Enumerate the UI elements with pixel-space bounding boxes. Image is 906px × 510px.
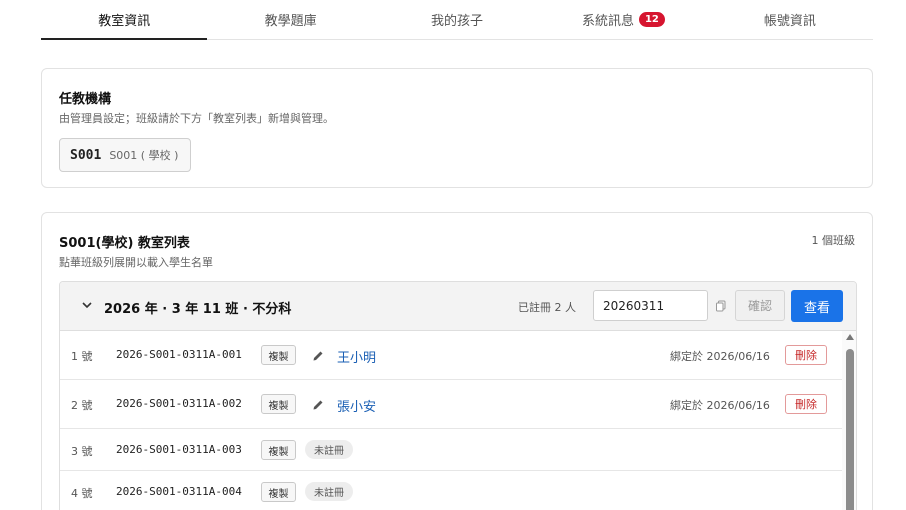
unregistered-badge: 未註冊 [305, 482, 353, 501]
unread-badge: 12 [638, 12, 665, 27]
organization-subtitle: 由管理員設定；班級請於下方「教室列表」新增與管理。 [59, 112, 334, 125]
bound-date: 綁定於 2026/06/16 [670, 350, 770, 363]
tab-label: 教室資訊 [98, 14, 151, 29]
student-list: 1 號 2026-S001-0311A-001 複製 王小明 綁定於 2026/… [60, 331, 842, 510]
tab-bar: 教室資訊 教學題庫 我的孩子 系統訊息 12 帳號資訊 [41, 0, 873, 40]
student-row: 3 號 2026-S001-0311A-003 複製 未註冊 [60, 429, 842, 471]
chevron-down-icon[interactable] [80, 298, 94, 312]
classroom-list-subtitle: 點華班級列展開以載入學生名單 [59, 256, 213, 269]
registered-count: 已註冊 2 人 [518, 301, 576, 314]
tab-account-info[interactable]: 帳號資訊 [707, 0, 873, 39]
class-count: 1 個班級 [811, 234, 856, 247]
scroll-thumb[interactable] [846, 349, 854, 510]
student-id: 2026-S001-0311A-004 [116, 485, 242, 498]
student-row: 1 號 2026-S001-0311A-001 複製 王小明 綁定於 2026/… [60, 331, 842, 380]
bound-date: 綁定於 2026/06/16 [670, 399, 770, 412]
organization-card: 任教機構 由管理員設定；班級請於下方「教室列表」新增與管理。 S001 S001… [41, 68, 873, 188]
class-title: 2026 年 · 3 年 11 班 · 不分科 [104, 302, 292, 317]
tab-label: 教學題庫 [264, 14, 317, 29]
pencil-icon[interactable] [312, 350, 324, 362]
copy-id-button[interactable]: 複製 [261, 345, 296, 365]
delete-button[interactable]: 刪除 [785, 394, 827, 414]
classroom-list-title: S001(學校) 教室列表 [59, 236, 190, 251]
seat-number: 4 號 [71, 487, 93, 500]
student-id: 2026-S001-0311A-001 [116, 348, 242, 361]
organization-code: S001 [70, 147, 102, 163]
seat-number: 3 號 [71, 445, 93, 458]
copy-id-button[interactable]: 複製 [261, 394, 296, 414]
tab-label: 系統訊息 [581, 14, 634, 29]
organization-title: 任教機構 [59, 92, 112, 107]
tab-my-children[interactable]: 我的孩子 [374, 0, 540, 39]
student-name[interactable]: 張小安 [337, 396, 376, 415]
classroom-list-card: S001(學校) 教室列表 點華班級列展開以載入學生名單 1 個班級 2026 … [41, 212, 873, 510]
delete-button[interactable]: 刪除 [785, 345, 827, 365]
copy-icon[interactable] [715, 300, 727, 312]
scrollbar[interactable] [842, 331, 856, 510]
pencil-icon[interactable] [312, 399, 324, 411]
organization-chip: S001 S001 ( 學校 ) [59, 138, 192, 172]
student-name[interactable]: 王小明 [337, 347, 376, 366]
class-header[interactable]: 2026 年 · 3 年 11 班 · 不分科 已註冊 2 人 確認 查看 [60, 282, 856, 331]
seat-number: 2 號 [71, 399, 93, 412]
confirm-button[interactable]: 確認 [735, 290, 785, 321]
class-code-input[interactable] [593, 290, 708, 321]
tab-label: 我的孩子 [431, 14, 484, 29]
organization-name: S001 ( 學校 ) [109, 149, 179, 162]
seat-number: 1 號 [71, 350, 93, 363]
student-row: 2 號 2026-S001-0311A-002 複製 張小安 綁定於 2026/… [60, 380, 842, 429]
tab-system-messages[interactable]: 系統訊息 12 [540, 0, 706, 39]
student-id: 2026-S001-0311A-002 [116, 397, 242, 410]
copy-id-button[interactable]: 複製 [261, 482, 296, 502]
unregistered-badge: 未註冊 [305, 440, 353, 459]
student-id: 2026-S001-0311A-003 [116, 443, 242, 456]
student-row: 4 號 2026-S001-0311A-004 複製 未註冊 [60, 471, 842, 510]
tab-label: 帳號資訊 [763, 14, 816, 29]
class-panel: 2026 年 · 3 年 11 班 · 不分科 已註冊 2 人 確認 查看 1 … [59, 281, 857, 510]
view-button[interactable]: 查看 [791, 290, 843, 322]
copy-id-button[interactable]: 複製 [261, 440, 296, 460]
tab-question-bank[interactable]: 教學題庫 [207, 0, 373, 39]
scroll-up-icon[interactable] [846, 334, 854, 340]
tab-classroom-info[interactable]: 教室資訊 [41, 0, 208, 40]
